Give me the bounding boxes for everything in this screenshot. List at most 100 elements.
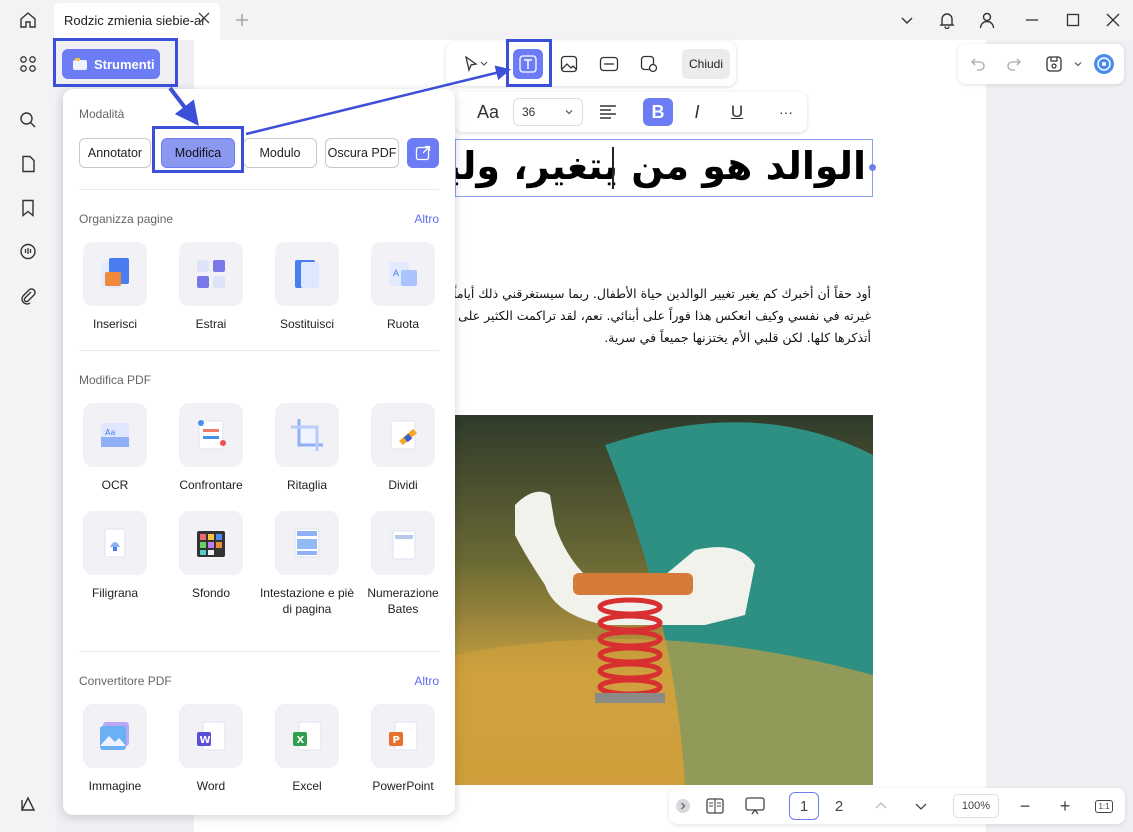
tab-title: Rodzic zmienia siebie-ar [64, 13, 206, 28]
tool-filigrana[interactable]: Filigrana [67, 511, 163, 601]
comment-icon[interactable] [16, 240, 40, 264]
image-convert-icon [83, 704, 147, 768]
tool-confrontare[interactable]: Confrontare [163, 403, 259, 493]
more-button[interactable]: ··· [773, 98, 799, 126]
font-size-select[interactable]: 36 [513, 98, 583, 126]
pages-icon[interactable] [16, 152, 40, 176]
tool-immagine[interactable]: Immagine [67, 704, 163, 794]
user-icon[interactable] [975, 8, 999, 32]
svg-text:X: X [297, 735, 305, 746]
svg-text:W: W [200, 735, 211, 746]
chevron-down-icon[interactable] [911, 794, 931, 818]
underline-button[interactable]: U [723, 98, 751, 126]
altro-link-organizza[interactable]: Altro [414, 212, 439, 226]
redo-icon[interactable] [1002, 52, 1026, 76]
tool-estrai[interactable]: Estrai [163, 242, 259, 332]
search-icon[interactable] [16, 108, 40, 132]
page-1-button[interactable]: 1 [789, 792, 819, 820]
attachment-icon[interactable] [16, 284, 40, 308]
ai-assistant-icon[interactable] [1092, 52, 1116, 76]
callout-modifica [152, 126, 244, 173]
image-icon[interactable] [554, 49, 584, 79]
bold-button[interactable]: B [643, 98, 673, 126]
home-icon[interactable] [16, 8, 40, 32]
undo-icon[interactable] [966, 52, 990, 76]
zoom-out-button[interactable]: − [1013, 794, 1037, 818]
tool-label: OCR [101, 478, 129, 492]
tool-ocr[interactable]: Aa OCR [67, 403, 163, 493]
extract-page-icon [179, 242, 243, 306]
save-icon[interactable] [1042, 52, 1066, 76]
tool-dividi[interactable]: Dividi [355, 403, 451, 493]
shape-icon[interactable] [634, 49, 664, 79]
tool-bates[interactable]: Numerazione Bates [355, 511, 451, 617]
text-box-heading[interactable]: الوالد هو من يتغير، وليس [455, 139, 873, 197]
right-toolbar [958, 44, 1124, 84]
font-size-value: 36 [522, 105, 536, 119]
resize-handle[interactable] [869, 164, 876, 171]
font-family-button[interactable]: Aa [473, 98, 503, 126]
tool-label: Ruota [386, 317, 420, 331]
close-icon[interactable] [1101, 8, 1125, 32]
mode-oscura-pdf-button[interactable]: Oscura PDF [325, 138, 399, 168]
split-icon [371, 403, 435, 467]
tool-sostituisci[interactable]: Sostituisci [259, 242, 355, 332]
tool-label: Confrontare [179, 478, 243, 492]
page-view-icon[interactable] [703, 794, 727, 818]
powerpoint-icon: P [371, 704, 435, 768]
italic-button[interactable]: I [683, 98, 711, 126]
chevron-down-icon[interactable] [895, 8, 919, 32]
mode-annotator-button[interactable]: Annotator [79, 138, 151, 168]
chevron-right-icon[interactable] [675, 794, 691, 818]
maximize-icon[interactable] [1061, 8, 1085, 32]
bates-number-icon [371, 511, 435, 575]
tool-powerpoint[interactable]: P PowerPoint [355, 704, 451, 794]
mode-modulo-button[interactable]: Modulo [243, 138, 317, 168]
tool-ruota[interactable]: A Ruota [355, 242, 451, 332]
ocr-icon: Aa [83, 403, 147, 467]
actual-size-button[interactable]: 1:1 [1093, 794, 1115, 818]
tool-intestazione[interactable]: Intestazione e piè di pagina [259, 511, 355, 617]
open-external-icon[interactable] [407, 138, 439, 168]
altro-link-convertitore[interactable]: Altro [414, 674, 439, 688]
tool-excel[interactable]: X Excel [259, 704, 355, 794]
page-2-button[interactable]: 2 [827, 794, 851, 818]
tool-ritaglia[interactable]: Ritaglia [259, 403, 355, 493]
tool-label: Dividi [388, 478, 418, 492]
apps-icon[interactable] [16, 52, 40, 76]
close-icon[interactable] [198, 12, 210, 27]
minimize-icon[interactable] [1020, 8, 1044, 32]
plus-icon[interactable] [230, 8, 254, 32]
align-icon[interactable] [595, 98, 621, 126]
callout-text-tool [506, 39, 552, 87]
document-image[interactable] [455, 415, 873, 785]
zoom-level[interactable]: 100% [953, 794, 999, 818]
heading-text[interactable]: الوالد هو من يتغير، وليس [456, 144, 866, 188]
section-title-organizza: Organizza pagine [79, 212, 174, 226]
bookmark-icon[interactable] [16, 196, 40, 220]
tool-label: Ritaglia [286, 478, 328, 492]
bell-icon[interactable] [935, 8, 959, 32]
presentation-icon[interactable] [743, 794, 767, 818]
paragraph-line: غيرته في نفسي وكيف انعكس هذا فوراً على أ… [455, 308, 871, 323]
chevron-up-icon[interactable] [871, 794, 891, 818]
divider [79, 651, 439, 652]
chevron-down-icon[interactable] [1066, 52, 1090, 76]
link-icon[interactable] [594, 49, 624, 79]
paragraph-block[interactable]: أود حقاً أن أخبرك كم يغير تغيير الوالدين… [455, 283, 871, 353]
layers-icon[interactable] [16, 792, 40, 816]
cursor-icon[interactable] [454, 49, 498, 79]
close-edit-button[interactable]: Chiudi [682, 49, 730, 79]
paragraph-line: أتذكرها كلها. لكن قلبي الأم يختزنها جميع… [604, 330, 871, 345]
modes-title: Modalità [79, 107, 125, 121]
tool-sfondo[interactable]: Sfondo [163, 511, 259, 601]
document-tab[interactable]: Rodzic zmienia siebie-ar [54, 3, 220, 40]
edit-toolbar: Chiudi [446, 42, 736, 86]
zoom-in-button[interactable]: + [1053, 794, 1077, 818]
title-bar: Rodzic zmienia siebie-ar [0, 0, 1133, 40]
tool-inserisci[interactable]: Inserisci [67, 242, 163, 332]
svg-text:P: P [393, 735, 400, 746]
tool-word[interactable]: W Word [163, 704, 259, 794]
background-icon [179, 511, 243, 575]
callout-strumenti [53, 38, 178, 87]
